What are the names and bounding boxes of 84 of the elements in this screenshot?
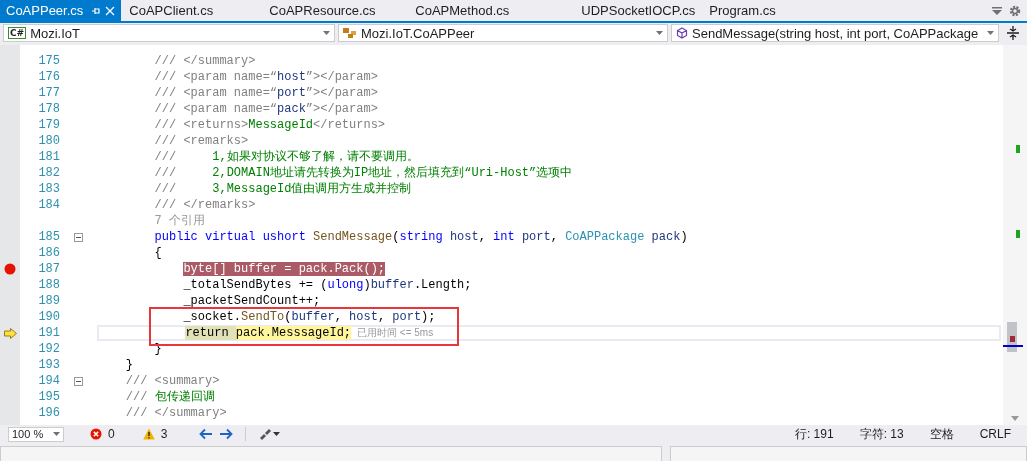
file-tab[interactable]: CoAPMethod.cs — [407, 0, 574, 21]
code-line: /// 3,MessageId值由调用方生成并控制 — [153, 181, 412, 197]
cube-icon — [676, 27, 688, 39]
file-tab[interactable]: UDPSocketIOCP.cs — [573, 0, 702, 21]
line-number: 175 — [38, 54, 60, 68]
code-line: /// </remarks> — [153, 197, 256, 213]
code-line: /// <param name=“host”></param> — [153, 69, 378, 85]
line-number: 179 — [38, 118, 60, 132]
breakpoint-icon[interactable] — [4, 263, 16, 275]
caret-icon — [987, 31, 994, 35]
file-tab[interactable]: Program.cs — [701, 0, 828, 21]
close-icon[interactable] — [105, 5, 115, 16]
line-number: 184 — [38, 198, 60, 212]
error-count: 0 — [108, 427, 115, 441]
code-line: _totalSendBytes += (ulong)buffer.Length; — [182, 277, 472, 293]
line-number: 194 — [38, 374, 60, 388]
member-dropdown[interactable]: SendMessage(string host, int port, CoAPPackage — [671, 24, 999, 42]
line-number: 190 — [38, 310, 60, 324]
code-line: public virtual ushort SendMessage(string host, int port, CoAPPackage pack) — [153, 229, 688, 245]
type-dropdown[interactable]: Mozi.IoT.CoAPPeer — [338, 24, 668, 42]
line-number: 193 — [38, 358, 60, 372]
line-number: 180 — [38, 134, 60, 148]
code-line: } — [124, 357, 133, 373]
line-number: 181 — [38, 150, 60, 164]
warning-count: 3 — [160, 427, 168, 441]
code-line: /// 包传递回调 — [124, 389, 215, 405]
file-tab[interactable]: CoAPPeer.cs — [0, 0, 122, 21]
warning-icon[interactable] — [142, 428, 155, 440]
column-indicator: 字符: 13 — [859, 425, 904, 443]
line-number: 178 — [38, 102, 60, 116]
zoom-dropdown[interactable]: 100 % — [8, 426, 64, 442]
csharp-project-icon: C# — [8, 27, 27, 39]
collapse-icon[interactable] — [74, 376, 83, 386]
line-number: 182 — [38, 166, 60, 180]
vertical-scrollbar[interactable] — [1003, 45, 1027, 425]
code-line: /// 1,如果对协议不够了解，请不要调用。 — [153, 149, 419, 165]
code-line: /// <param name=“pack”></param> — [153, 101, 378, 117]
file-tab[interactable]: CoAPClient.cs — [121, 0, 262, 21]
scroll-thumb[interactable] — [1007, 322, 1017, 352]
code-line: /// 2,DOMAIN地址请先转换为IP地址，然后填充到“Uri-Host”选项中 — [153, 165, 573, 181]
line-number: 188 — [38, 278, 60, 292]
scroll-down-icon[interactable] — [1011, 416, 1019, 421]
code-line: { — [153, 245, 162, 261]
pin-icon[interactable] — [91, 6, 100, 15]
code-line: /// </summary> — [153, 53, 256, 69]
line-number: 185 — [38, 230, 60, 244]
code-line: return pack.MesssageId; — [184, 325, 352, 341]
indent-mode-indicator[interactable]: 空格 — [929, 425, 954, 443]
dropdown-value: Mozi.IoT.CoAPPeer — [361, 25, 476, 41]
brush-dropdown-icon[interactable] — [258, 428, 281, 440]
line-number: 187 — [38, 262, 60, 276]
code-line: /// <returns>MessageId</returns> — [153, 117, 386, 133]
project-dropdown[interactable]: C# Mozi.IoT — [3, 24, 335, 42]
line-number: 176 — [38, 70, 60, 84]
code-line: /// <remarks> — [153, 133, 249, 149]
line-number: 189 — [38, 294, 60, 308]
back-arrow-icon[interactable] — [199, 428, 214, 440]
line-number: 195 — [38, 390, 60, 404]
code-line: /// <summary> — [124, 373, 220, 389]
error-icon[interactable] — [90, 428, 102, 440]
code-line: _packetSendCount++; — [182, 293, 321, 309]
caret-icon — [53, 432, 60, 436]
code-line: /// <param name=“port”></param> — [153, 85, 378, 101]
collapse-icon[interactable] — [74, 232, 83, 242]
code-line: /// </summary> — [124, 405, 227, 421]
line-number-indicator: 行: 191 — [794, 425, 834, 443]
line-number: 183 — [38, 182, 60, 196]
dropdown-value: SendMessage(string host, int port, CoAPPackage — [692, 25, 980, 41]
line-number: 196 — [38, 406, 60, 420]
code-line: _socket.SendTo(buffer, host, port); — [182, 309, 436, 325]
arrow-icon — [3, 327, 17, 339]
line-number: 191 — [38, 326, 60, 340]
line-number: 177 — [38, 86, 60, 100]
settings-icon[interactable] — [1009, 4, 1021, 17]
line-ending-indicator[interactable]: CRLF — [979, 427, 1011, 441]
dropdown-value: Mozi.IoT — [30, 25, 81, 41]
caret-icon — [323, 31, 330, 35]
class-icon — [343, 27, 357, 39]
dropdown-icon[interactable] — [991, 4, 1003, 17]
line-number: 192 — [38, 342, 60, 356]
caret-icon — [656, 31, 663, 35]
forward-arrow-icon[interactable] — [219, 428, 234, 440]
line-number: 186 — [38, 246, 60, 260]
file-tab[interactable]: CoAPResource.cs — [261, 0, 408, 21]
